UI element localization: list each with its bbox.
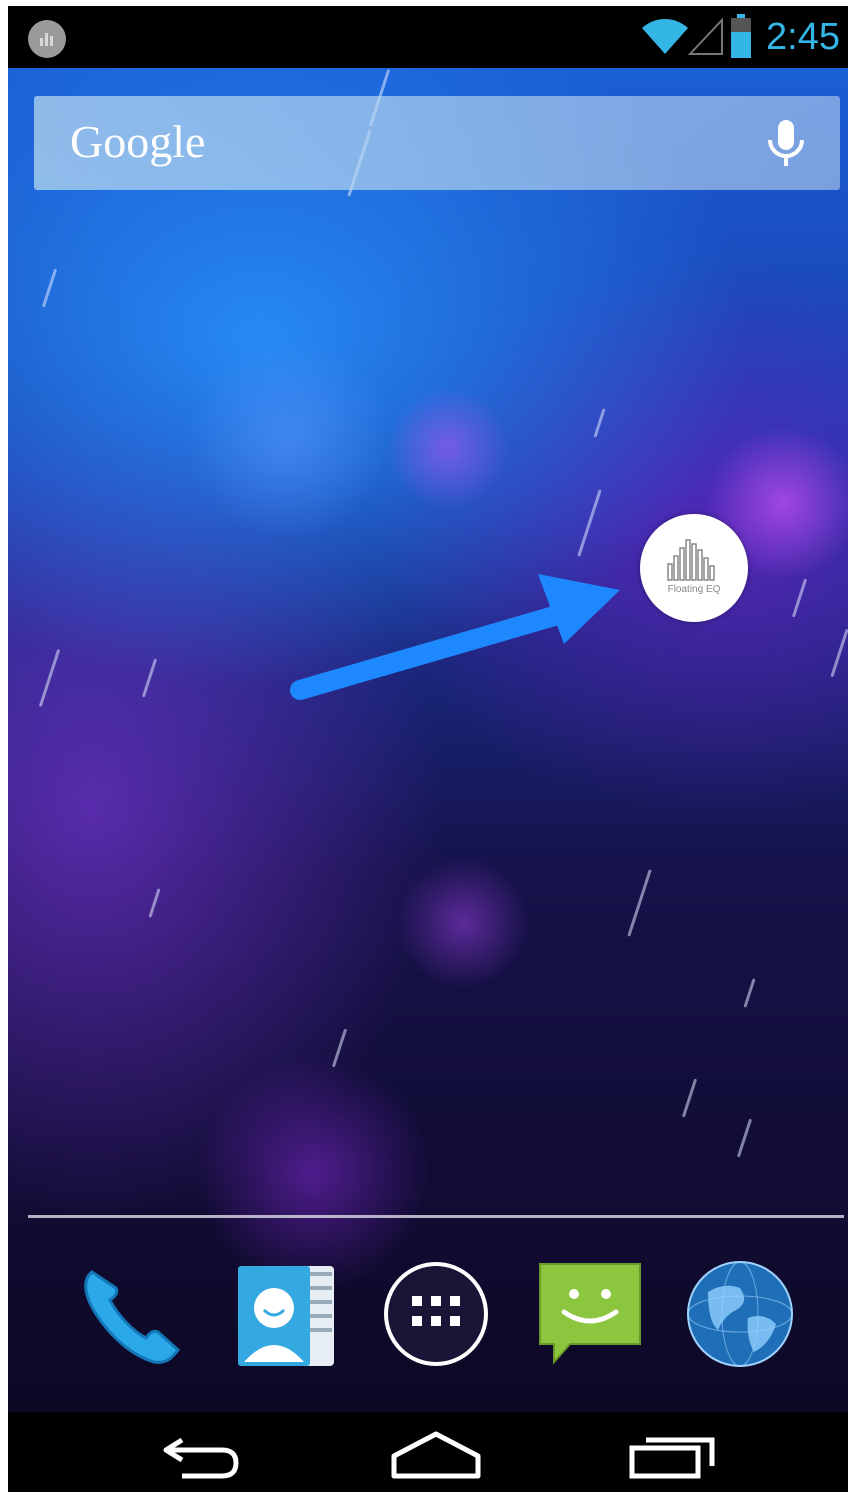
google-search-bar[interactable]: Google — [34, 96, 840, 190]
wallpaper-rain-streak — [593, 408, 606, 438]
wallpaper-bokeh — [188, 338, 388, 538]
equalizer-icon — [667, 539, 715, 581]
wallpaper-bokeh — [398, 858, 528, 988]
floating-eq-bubble[interactable]: Floating EQ — [640, 514, 748, 622]
app-drawer-icon — [384, 1262, 488, 1366]
wifi-icon — [642, 19, 688, 54]
wallpaper-rain-streak — [627, 869, 652, 937]
wallpaper-rain-streak — [148, 888, 161, 918]
home-icon — [391, 1431, 481, 1479]
wallpaper-rain-streak — [41, 268, 58, 308]
dock-browser[interactable] — [684, 1258, 796, 1370]
wallpaper-rain-streak — [743, 978, 756, 1008]
dock-messaging[interactable] — [536, 1258, 648, 1370]
dock-people[interactable] — [230, 1258, 342, 1370]
home-wallpaper — [8, 68, 848, 1412]
battery-icon — [731, 14, 751, 58]
phone-icon — [84, 1270, 181, 1364]
microphone-button[interactable] — [758, 116, 814, 172]
dock-apps[interactable] — [380, 1258, 492, 1370]
floating-eq-notification-icon[interactable] — [28, 20, 66, 58]
wallpaper-rain-streak — [577, 489, 602, 557]
contacts-icon — [238, 1266, 334, 1366]
status-time: 2:45 — [766, 16, 840, 58]
dock-divider — [28, 1215, 844, 1218]
wallpaper-rain-streak — [38, 649, 61, 707]
google-search-label: Google — [70, 116, 206, 167]
recent-apps-icon — [629, 1437, 715, 1479]
wallpaper-rain-streak — [830, 628, 848, 678]
home-button[interactable] — [386, 1426, 486, 1482]
microphone-icon — [768, 120, 804, 166]
back-button[interactable] — [152, 1426, 252, 1482]
status-icons: 2:45 — [628, 6, 848, 68]
phone-screen: 2:45 Google Floating EQ — [8, 6, 848, 1492]
recent-apps-button[interactable] — [624, 1426, 724, 1482]
messaging-icon — [539, 1263, 641, 1365]
browser-globe-icon — [687, 1261, 793, 1367]
wallpaper-rain-streak — [791, 578, 808, 618]
wallpaper-rain-streak — [681, 1078, 698, 1118]
status-bar: 2:45 — [8, 6, 848, 68]
wallpaper-bokeh — [388, 388, 508, 508]
wallpaper-rain-streak — [736, 1118, 753, 1158]
navigation-bar — [8, 1412, 848, 1492]
wallpaper-bokeh — [198, 1058, 428, 1288]
dock-phone[interactable] — [74, 1258, 186, 1370]
cell-signal-icon — [688, 18, 723, 55]
floating-eq-label: Floating EQ — [667, 584, 721, 595]
back-icon — [163, 1437, 239, 1479]
wallpaper-rain-streak — [141, 658, 158, 698]
